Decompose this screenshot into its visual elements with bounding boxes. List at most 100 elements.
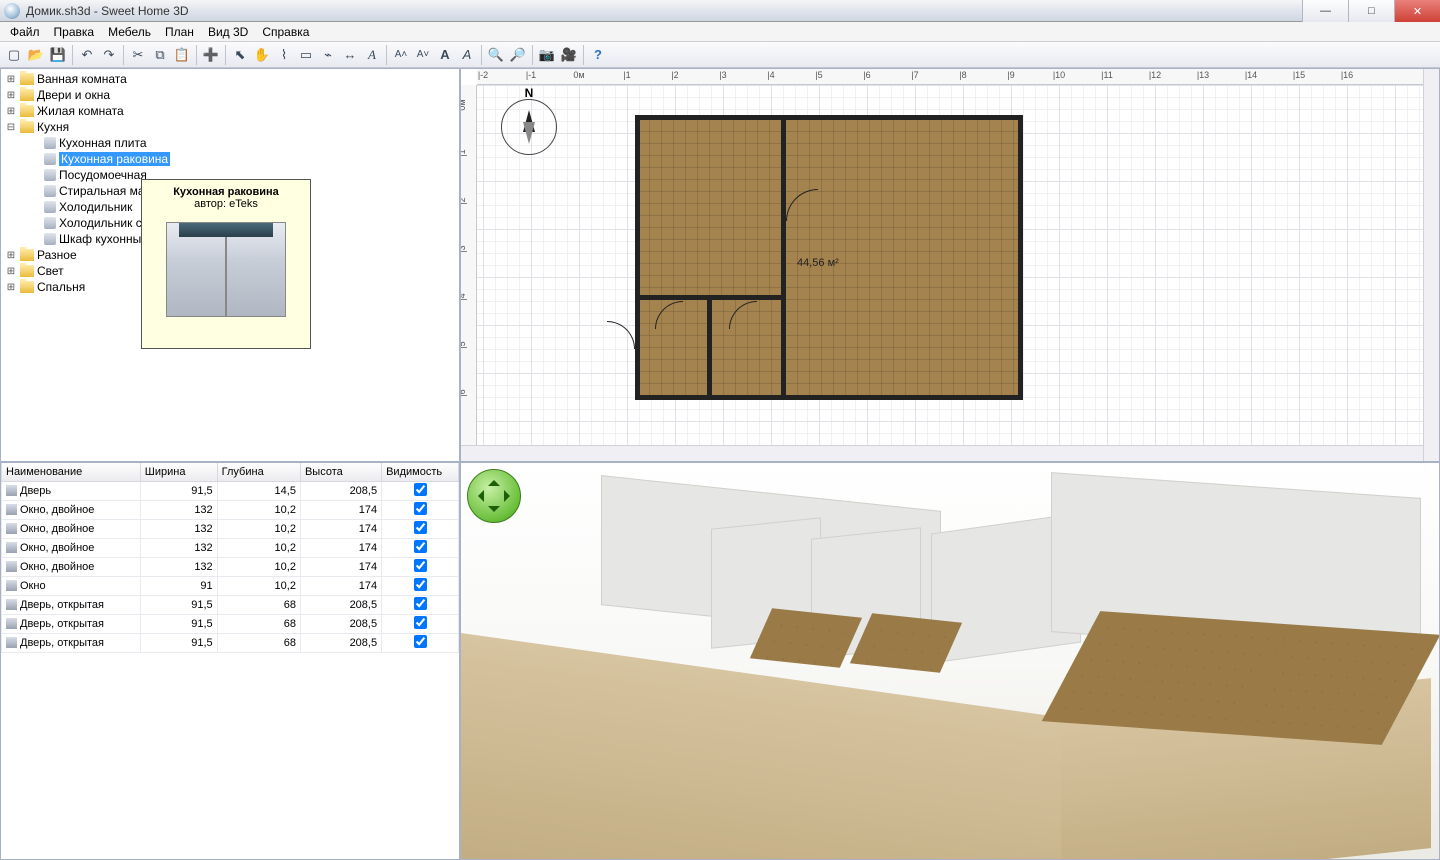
copy-button[interactable]: ⧉	[150, 45, 170, 65]
polyline-tool[interactable]: ⌁	[318, 45, 338, 65]
menu-help[interactable]: Справка	[256, 23, 315, 41]
close-button[interactable]: ✕	[1394, 0, 1440, 22]
table-row[interactable]: Окно, двойное13210,2174	[2, 538, 459, 557]
nav3d-left-icon[interactable]	[472, 490, 484, 502]
expander-icon[interactable]: ⊞	[5, 282, 17, 293]
new-button[interactable]: ▢	[4, 45, 24, 65]
text-italic-button[interactable]: A	[457, 45, 477, 65]
zoom-out-button[interactable]: 🔎	[508, 45, 528, 65]
pan-tool[interactable]: ✋	[252, 45, 272, 65]
cell-visible[interactable]	[382, 614, 459, 633]
furniture-table[interactable]: Наименование Ширина Глубина Высота Видим…	[1, 463, 459, 653]
help-button[interactable]: ?	[588, 45, 608, 65]
nav3d-down-icon[interactable]	[488, 506, 500, 518]
wall[interactable]	[707, 295, 712, 399]
cell-visible[interactable]	[382, 538, 459, 557]
plan-panel[interactable]: |-2|-10м|1|2|3|4|5|6|7|8|9|10|11|12|13|1…	[460, 68, 1440, 462]
compass-icon[interactable]: N	[501, 99, 557, 155]
visibility-checkbox[interactable]	[414, 502, 427, 515]
text-decrease-button[interactable]: A˅	[413, 45, 433, 65]
cell-visible[interactable]	[382, 500, 459, 519]
visibility-checkbox[interactable]	[414, 578, 427, 591]
maximize-button[interactable]: □	[1348, 0, 1394, 22]
save-button[interactable]: 💾	[48, 45, 68, 65]
redo-button[interactable]: ↷	[99, 45, 119, 65]
add-furniture-button[interactable]: ➕	[201, 45, 221, 65]
undo-button[interactable]: ↶	[77, 45, 97, 65]
cell-visible[interactable]	[382, 633, 459, 652]
select-tool[interactable]: ⬉	[230, 45, 250, 65]
cell-visible[interactable]	[382, 481, 459, 500]
minimize-button[interactable]: —	[1302, 0, 1348, 22]
wall-tool[interactable]: ⌇	[274, 45, 294, 65]
furniture-list-panel[interactable]: Наименование Ширина Глубина Высота Видим…	[0, 462, 460, 860]
view3d-panel[interactable]	[460, 462, 1440, 860]
room-tool[interactable]: ▭	[296, 45, 316, 65]
table-row[interactable]: Окно, двойное13210,2174	[2, 500, 459, 519]
cell-visible[interactable]	[382, 557, 459, 576]
text-bold-button[interactable]: A	[435, 45, 455, 65]
visibility-checkbox[interactable]	[414, 597, 427, 610]
zoom-in-button[interactable]: 🔍	[486, 45, 506, 65]
expander-icon[interactable]: ⊞	[5, 266, 17, 277]
visibility-checkbox[interactable]	[414, 635, 427, 648]
door-swing[interactable]	[607, 321, 635, 349]
tree-category[interactable]: ⊟Кухня	[1, 119, 459, 135]
photo-button[interactable]: 📷	[537, 45, 557, 65]
nav3d-up-icon[interactable]	[488, 474, 500, 486]
visibility-checkbox[interactable]	[414, 616, 427, 629]
menu-edit[interactable]: Правка	[48, 23, 101, 41]
menu-furniture[interactable]: Мебель	[102, 23, 157, 41]
nav3d-right-icon[interactable]	[504, 490, 516, 502]
room-floor[interactable]	[637, 119, 781, 295]
tree-category[interactable]: ⊞Ванная комната	[1, 71, 459, 87]
text-tool[interactable]: A	[362, 45, 382, 65]
table-row[interactable]: Дверь, открытая91,568208,5	[2, 633, 459, 652]
visibility-checkbox[interactable]	[414, 483, 427, 496]
text-increase-button[interactable]: A˄	[391, 45, 411, 65]
expander-icon[interactable]: ⊞	[5, 250, 17, 261]
scene3d[interactable]	[461, 463, 1439, 859]
table-row[interactable]: Окно, двойное13210,2174	[2, 557, 459, 576]
visibility-checkbox[interactable]	[414, 521, 427, 534]
cell-visible[interactable]	[382, 576, 459, 595]
expander-icon[interactable]: ⊞	[5, 106, 17, 117]
wall[interactable]	[635, 115, 640, 399]
expander-icon[interactable]: ⊞	[5, 90, 17, 101]
cell-visible[interactable]	[382, 519, 459, 538]
plan-scrollbar-horizontal[interactable]	[461, 445, 1423, 461]
tree-category[interactable]: ⊞Жилая комната	[1, 103, 459, 119]
cell-visible[interactable]	[382, 595, 459, 614]
visibility-checkbox[interactable]	[414, 559, 427, 572]
wall[interactable]	[635, 395, 1023, 400]
col-depth[interactable]: Глубина	[217, 463, 300, 481]
table-row[interactable]: Дверь91,514,5208,5	[2, 481, 459, 500]
menu-view3d[interactable]: Вид 3D	[202, 23, 254, 41]
menu-plan[interactable]: План	[159, 23, 200, 41]
tree-category[interactable]: ⊞Двери и окна	[1, 87, 459, 103]
paste-button[interactable]: 📋	[172, 45, 192, 65]
wall[interactable]	[781, 115, 786, 399]
open-button[interactable]: 📂	[26, 45, 46, 65]
visibility-checkbox[interactable]	[414, 540, 427, 553]
wall[interactable]	[635, 115, 1023, 120]
cut-button[interactable]: ✂	[128, 45, 148, 65]
nav3d-control[interactable]	[467, 469, 521, 523]
col-visible[interactable]: Видимость	[382, 463, 459, 481]
col-name[interactable]: Наименование	[2, 463, 141, 481]
plan-canvas[interactable]: N 44,56 м²	[477, 85, 1423, 445]
expander-icon[interactable]: ⊟	[5, 122, 17, 133]
tree-item[interactable]: Кухонная плита	[1, 135, 459, 151]
table-row[interactable]: Окно9110,2174	[2, 576, 459, 595]
table-row[interactable]: Дверь, открытая91,568208,5	[2, 595, 459, 614]
dimension-tool[interactable]: ↔	[340, 45, 360, 65]
furniture-catalog-panel[interactable]: ⊞Ванная комната⊞Двери и окна⊞Жилая комна…	[0, 68, 460, 462]
tree-item[interactable]: Кухонная раковина	[1, 151, 459, 167]
plan-scrollbar-vertical[interactable]	[1423, 69, 1439, 461]
video-button[interactable]: 🎥	[559, 45, 579, 65]
col-width[interactable]: Ширина	[140, 463, 217, 481]
wall[interactable]	[1018, 115, 1023, 399]
col-height[interactable]: Высота	[300, 463, 381, 481]
menu-file[interactable]: Файл	[4, 23, 46, 41]
table-row[interactable]: Дверь, открытая91,568208,5	[2, 614, 459, 633]
